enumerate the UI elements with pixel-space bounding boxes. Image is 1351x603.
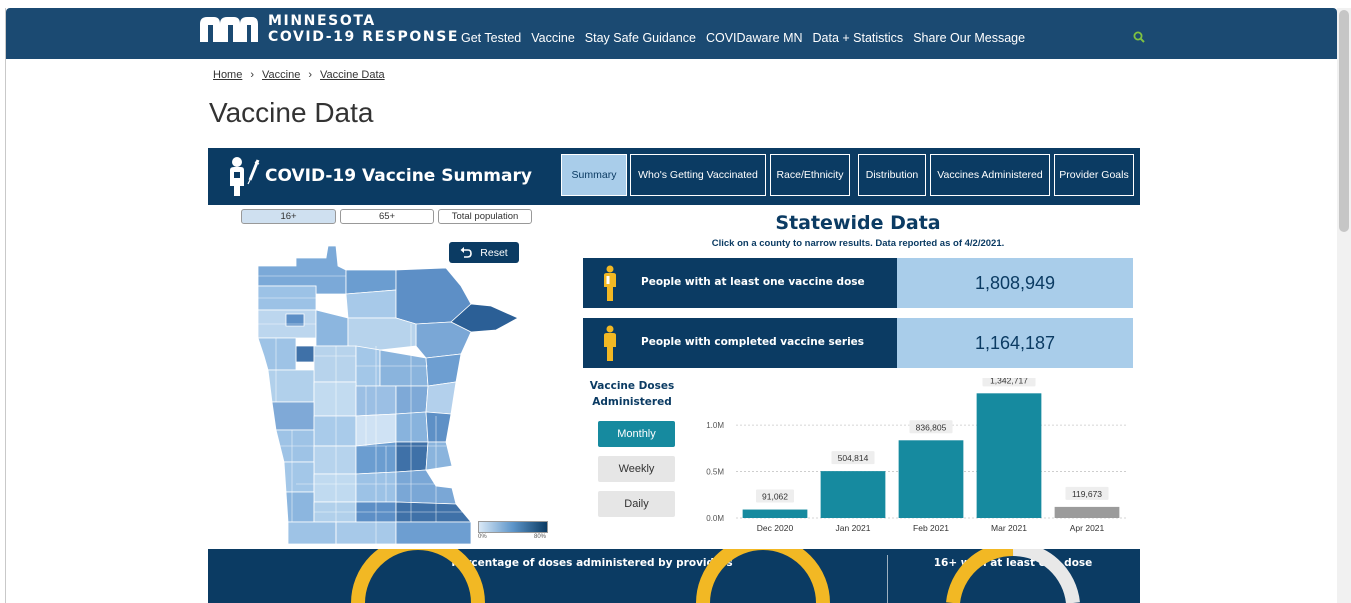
tab-provider-goals[interactable]: Provider Goals [1054, 154, 1134, 196]
tab-summary[interactable]: Summary [561, 154, 627, 196]
donut-ring-middle [696, 549, 830, 603]
bar-feb-2021[interactable] [898, 440, 964, 518]
bar-value-label: 119,673 [1072, 489, 1102, 499]
kpi-completed-label: People with completed vaccine series [641, 336, 865, 348]
period-daily-button[interactable]: Daily [598, 491, 675, 517]
legend-min-label: 0% [478, 534, 487, 540]
doses-title: Vaccine Doses Administered [590, 378, 675, 410]
nav-vaccine[interactable]: Vaccine [531, 31, 575, 45]
x-tick-label: Dec 2020 [757, 523, 794, 533]
breadcrumb-vaccine[interactable]: Vaccine [262, 69, 300, 81]
nav-get-tested[interactable]: Get Tested [461, 31, 521, 45]
bar-value-label: 836,805 [916, 422, 947, 432]
nav-share-message[interactable]: Share Our Message [913, 31, 1025, 45]
logo-text-line1: MINNESOTA [268, 13, 376, 29]
donut-charts [351, 549, 1080, 603]
bottom-panel: Percentage of doses administered by prov… [208, 549, 1140, 603]
bar-value-label: 91,062 [762, 492, 788, 502]
kpi-label-box: People with completed vaccine series [583, 318, 897, 368]
page-title: Vaccine Data [209, 97, 374, 128]
breadcrumb: Home › Vaccine › Vaccine Data [213, 69, 385, 81]
nav-stay-safe[interactable]: Stay Safe Guidance [585, 31, 696, 45]
bar-mar-2021[interactable] [976, 393, 1042, 518]
doses-title-line1: Vaccine Doses [589, 380, 675, 392]
county-map[interactable] [256, 246, 521, 544]
kpi-completed-series: People with completed vaccine series 1,1… [583, 318, 1133, 368]
age-filter-16-plus[interactable]: 16+ [241, 209, 336, 224]
breadcrumb-separator: › [250, 69, 255, 81]
tab-whos-getting-vaccinated[interactable]: Who's Getting Vaccinated [630, 154, 766, 196]
y-tick-label: 1.0M [706, 421, 724, 430]
legend-gradient [478, 521, 548, 533]
donut-ring-right-filled [946, 549, 1014, 603]
kpi-one-dose-value: 1,808,949 [897, 258, 1133, 308]
period-weekly-button[interactable]: Weekly [598, 456, 675, 482]
scrollbar-thumb[interactable] [1339, 10, 1349, 232]
x-tick-label: Apr 2021 [1070, 523, 1105, 533]
x-tick-label: Jan 2021 [836, 523, 871, 533]
period-monthly-button[interactable]: Monthly [598, 421, 675, 447]
dashboard-header: COVID-19 Vaccine Summary Summary Who's G… [208, 148, 1140, 205]
bar-value-label: 504,814 [838, 453, 869, 463]
statewide-subtitle: Click on a county to narrow results. Dat… [711, 238, 1005, 249]
y-tick-label: 0.5M [706, 468, 724, 477]
y-tick-label: 0.0M [706, 514, 724, 523]
kpi-label-box: People with at least one vaccine dose [583, 258, 897, 308]
statewide-title: Statewide Data [775, 212, 941, 234]
x-tick-label: Mar 2021 [991, 523, 1027, 533]
breadcrumb-vaccine-data[interactable]: Vaccine Data [320, 69, 385, 81]
breadcrumb-separator: › [308, 69, 313, 81]
map-legend: 0% 80% [478, 521, 548, 540]
logo-text-line2: COVID-19 RESPONSE [268, 29, 460, 45]
bar-value-label: 1,342,717 [990, 378, 1028, 385]
legend-max-label: 80% [534, 534, 547, 540]
doses-title-line2: Administered [592, 396, 672, 408]
tab-vaccines-administered[interactable]: Vaccines Administered [930, 154, 1050, 196]
breadcrumb-home[interactable]: Home [213, 69, 242, 81]
bar-apr-2021[interactable] [1054, 506, 1120, 518]
bar-jan-2021[interactable] [820, 471, 886, 518]
donut-ring-right-empty [1012, 549, 1080, 603]
kpi-completed-value: 1,164,187 [897, 318, 1133, 368]
vaccine-person-icon [230, 157, 260, 196]
nav-covidaware[interactable]: COVIDaware MN [706, 31, 803, 45]
mn-logo-icon[interactable] [198, 14, 260, 44]
main-nav: Get Tested Vaccine Stay Safe Guidance CO… [461, 31, 1025, 45]
nav-data-statistics[interactable]: Data + Statistics [813, 31, 904, 45]
age-filter-65-plus[interactable]: 65+ [340, 209, 434, 224]
search-icon[interactable] [1133, 31, 1145, 43]
vaccine-dashboard: COVID-19 Vaccine Summary Summary Who's G… [208, 148, 1140, 603]
doses-bar-chart[interactable]: 0.0M 0.5M 1.0M 91,062 Dec 2020 504,814 Jan 202… [691, 378, 1131, 538]
person-icon [604, 325, 616, 361]
dashboard-title: COVID-19 Vaccine Summary [265, 166, 532, 186]
kpi-one-dose: People with at least one vaccine dose 1,… [583, 258, 1133, 308]
age-filter-total[interactable]: Total population [438, 209, 532, 224]
tab-race-ethnicity[interactable]: Race/Ethnicity [770, 154, 850, 196]
tab-distribution[interactable]: Distribution [858, 154, 926, 196]
window-border [5, 8, 6, 603]
person-icon [604, 265, 616, 301]
x-tick-label: Feb 2021 [913, 523, 949, 533]
donut-ring-left [351, 549, 485, 603]
kpi-one-dose-label: People with at least one vaccine dose [641, 276, 865, 288]
bar-dec-2020[interactable] [742, 509, 808, 518]
